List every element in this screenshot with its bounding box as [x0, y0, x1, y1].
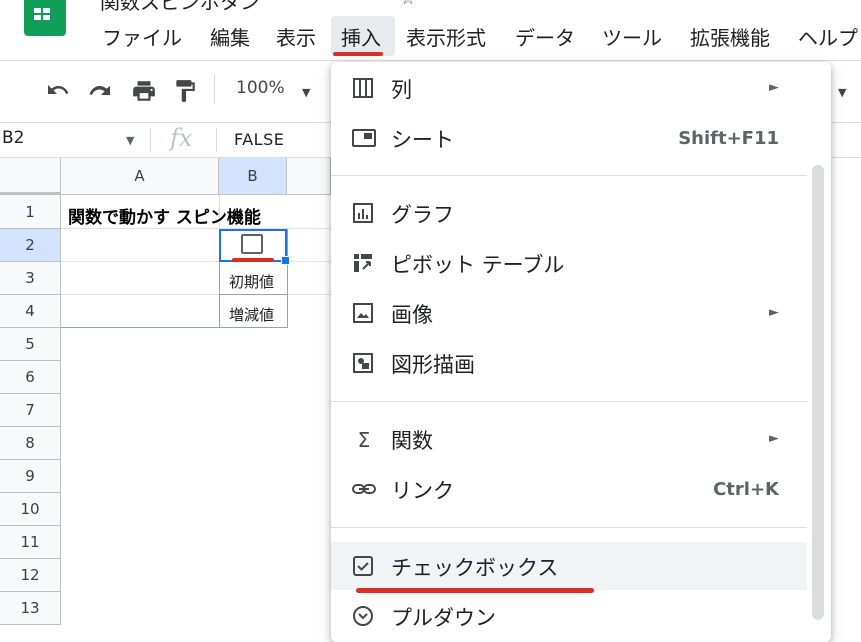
insert-menu: 列 ► シート Shift+F11 グラフ ピボット テーブル 画像 ► 図形描… [331, 62, 831, 642]
insert-menu-item-checkbox[interactable]: チェックボックス [331, 542, 807, 590]
cell-border [287, 229, 288, 328]
row-header-2[interactable]: 2 [0, 229, 61, 262]
gridline [61, 228, 331, 229]
cell-b3[interactable]: 初期値 [229, 271, 274, 292]
menu-help[interactable]: ヘルプ [798, 22, 858, 51]
menu-item-label: シート [391, 128, 454, 152]
row-header-12[interactable]: 12 [0, 559, 61, 592]
menu-item-label: チェックボックス [391, 556, 559, 580]
print-icon[interactable] [130, 78, 158, 110]
menu-divider [331, 527, 807, 528]
sheet-icon [351, 126, 377, 154]
submenu-arrow-icon: ► [769, 431, 779, 446]
undo-icon[interactable] [44, 78, 72, 108]
row-header-1[interactable]: 1 [0, 195, 61, 229]
insert-menu-item-image[interactable]: 画像 ► [331, 291, 807, 335]
name-box-dropdown-icon[interactable]: ▼ [126, 134, 134, 147]
menu-item-label: 関数 [391, 429, 433, 453]
menu-data[interactable]: データ [515, 22, 575, 51]
checkbox-icon[interactable] [241, 234, 263, 254]
row-header-9[interactable]: 9 [0, 460, 61, 493]
menu-format[interactable]: 表示形式 [406, 22, 486, 51]
insert-menu-item-link[interactable]: リンク Ctrl+K [331, 467, 807, 511]
insert-menu-item-dropdown[interactable]: プルダウン [331, 594, 807, 638]
menu-file[interactable]: ファイル [102, 22, 182, 51]
image-icon [351, 301, 375, 329]
paint-format-icon[interactable] [172, 78, 198, 110]
cell-border [219, 294, 287, 295]
row-header-8[interactable]: 8 [0, 427, 61, 460]
columns-icon [351, 76, 375, 104]
menu-item-label: 画像 [391, 303, 433, 327]
menu-scrollbar[interactable] [812, 165, 824, 620]
column-header-b[interactable]: B [219, 158, 287, 195]
redo-icon[interactable] [86, 78, 114, 108]
menu-item-label: 図形描画 [391, 353, 475, 377]
menu-edit[interactable]: 編集 [210, 22, 250, 51]
divider [0, 60, 861, 61]
insert-menu-item-sheet[interactable]: シート Shift+F11 [331, 116, 807, 160]
shortcut-label: Ctrl+K [713, 479, 779, 500]
sigma-icon: Σ [357, 428, 371, 452]
row-header-7[interactable]: 7 [0, 394, 61, 427]
chart-icon [351, 201, 375, 229]
insert-menu-item-drawing[interactable]: 図形描画 [331, 341, 807, 385]
row-header-10[interactable]: 10 [0, 493, 61, 526]
menu-divider [331, 401, 807, 402]
select-all-corner[interactable] [0, 158, 61, 195]
insert-menu-item-pivot-table[interactable]: ピボット テーブル [331, 241, 807, 285]
row-header-6[interactable]: 6 [0, 361, 61, 394]
dropdown-icon [351, 604, 375, 632]
menu-item-label: 列 [391, 78, 412, 102]
menu-item-label: リンク [391, 479, 454, 503]
fill-handle[interactable] [281, 256, 290, 265]
annotation-underline [356, 588, 594, 593]
menu-item-label: プルダウン [391, 606, 496, 630]
toolbar-divider [214, 74, 215, 104]
annotation-underline [333, 52, 383, 56]
chevron-down-icon[interactable]: ▼ [838, 86, 846, 99]
insert-menu-item-function[interactable]: Σ 関数 ► [331, 417, 807, 461]
menu-item-label: ピボット テーブル [391, 253, 565, 277]
shortcut-label: Shift+F11 [678, 128, 779, 149]
row-header-5[interactable]: 5 [0, 328, 61, 361]
insert-menu-item-chart[interactable]: グラフ [331, 191, 807, 235]
pivot-table-icon [351, 251, 375, 279]
link-icon [351, 477, 377, 505]
name-box[interactable]: B2 [2, 128, 24, 148]
menu-divider [331, 175, 807, 176]
submenu-arrow-icon: ► [769, 305, 779, 320]
submenu-arrow-icon: ► [769, 80, 779, 95]
menu-insert[interactable]: 挿入 [341, 22, 381, 51]
row-header-13[interactable]: 13 [0, 592, 61, 625]
row-header-3[interactable]: 3 [0, 262, 61, 295]
column-header-a[interactable]: A [61, 158, 219, 195]
cell-b4[interactable]: 増減値 [229, 304, 274, 325]
cell-border [61, 327, 287, 328]
checkbox-icon [351, 554, 375, 582]
menu-item-label: グラフ [391, 203, 454, 227]
fx-icon: fx [170, 124, 193, 152]
divider [216, 128, 217, 152]
gridline [61, 261, 331, 262]
star-icon[interactable]: ☆ [400, 0, 416, 9]
column-header-c[interactable] [287, 158, 331, 195]
drawing-icon [351, 351, 375, 379]
cell-a1[interactable]: 関数で動かす スピン機能 [68, 203, 261, 228]
menu-extensions[interactable]: 拡張機能 [690, 22, 770, 51]
insert-menu-item-columns[interactable]: 列 ► [331, 66, 807, 110]
annotation-underline [232, 258, 274, 262]
divider [150, 128, 151, 152]
document-title[interactable]: 関数スピンボタン [100, 0, 260, 15]
row-header-4[interactable]: 4 [0, 295, 61, 328]
zoom-select[interactable]: 100% [236, 78, 285, 98]
zoom-dropdown-icon[interactable]: ▼ [302, 86, 310, 99]
menu-view[interactable]: 表示 [276, 22, 316, 51]
gridline [61, 294, 331, 295]
sheets-logo-icon[interactable] [24, 0, 66, 36]
menu-tools[interactable]: ツール [602, 22, 662, 51]
row-header-11[interactable]: 11 [0, 526, 61, 559]
formula-input[interactable]: FALSE [234, 130, 284, 149]
